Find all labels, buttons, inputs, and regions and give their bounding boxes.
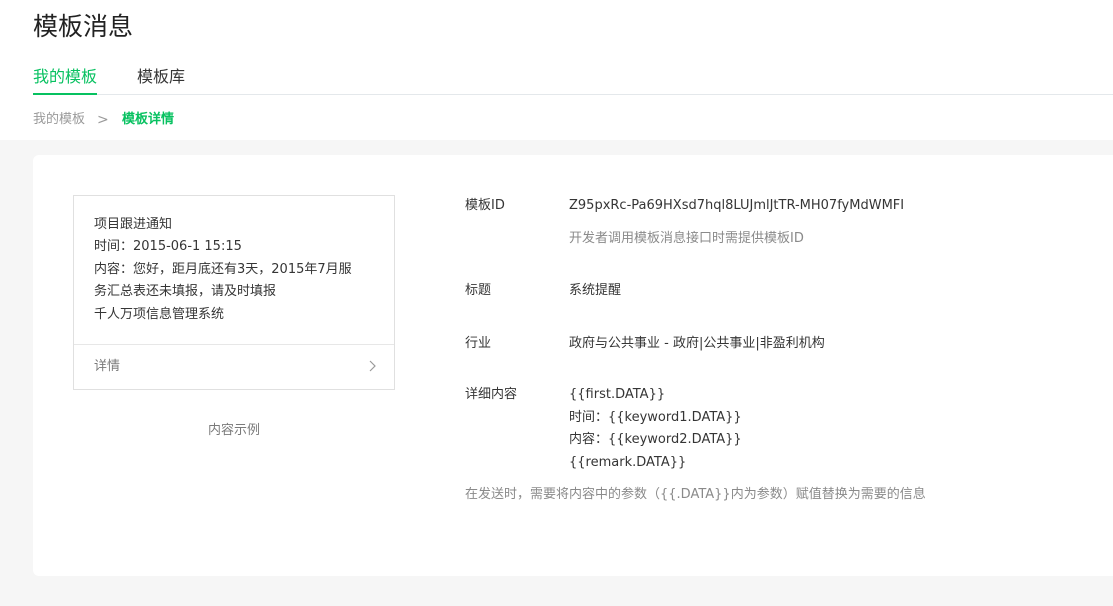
content-line-first: {{first.DATA}} <box>569 387 666 402</box>
tab-my-templates[interactable]: 我的模板 <box>33 66 98 95</box>
template-id-value: Z95pxRc-Pa69HXsd7hql8LUJmlJtTR-MH07fyMdW… <box>569 198 905 213</box>
content-tip: 在发送时，需要将内容中的参数（{{.DATA}}内为参数）赋值替换为需要的信息 <box>465 487 926 502</box>
industry-label: 行业 <box>465 336 492 351</box>
tab-template-library[interactable]: 模板库 <box>137 66 185 93</box>
preview-line-sender: 千人万项信息管理系统 <box>94 306 225 322</box>
title-label: 标题 <box>465 283 492 298</box>
industry-value: 政府与公共事业 - 政府|公共事业|非盈利机构 <box>569 336 825 351</box>
breadcrumb-template-detail: 模板详情 <box>122 112 175 127</box>
breadcrumb-separator: > <box>97 112 109 128</box>
title-value: 系统提醒 <box>569 283 622 298</box>
preview-detail-link[interactable]: 详情 <box>74 344 394 390</box>
preview-body: 项目跟进通知 时间：2015-06-1 15:15 内容：您好，距月底还有3天，… <box>94 214 379 326</box>
preview-line-content: 内容：您好，距月底还有3天，2015年7月服 <box>94 261 352 277</box>
template-id-label: 模板ID <box>465 198 505 213</box>
template-detail-card: 项目跟进通知 时间：2015-06-1 15:15 内容：您好，距月底还有3天，… <box>33 155 1113 576</box>
preview-caption: 内容示例 <box>207 423 260 438</box>
tab-bar: 我的模板 模板库 <box>33 66 1113 95</box>
page-title: 模板消息 <box>33 12 134 41</box>
preview-line-time: 时间：2015-06-1 15:15 <box>94 239 242 255</box>
preview-detail-label: 详情 <box>94 359 121 374</box>
content-label: 详细内容 <box>465 387 518 402</box>
content-value: {{first.DATA}} 时间：{{keyword1.DATA}} 内容：{… <box>569 384 742 474</box>
template-id-tip: 开发者调用模板消息接口时需提供模板ID <box>569 231 804 246</box>
page-header: 模板消息 我的模板 模板库 我的模板 > 模板详情 <box>0 0 1113 140</box>
message-preview: 项目跟进通知 时间：2015-06-1 15:15 内容：您好，距月底还有3天，… <box>73 195 395 390</box>
preview-title: 项目跟进通知 <box>94 217 173 232</box>
breadcrumb-my-templates[interactable]: 我的模板 <box>33 110 85 130</box>
chevron-right-icon <box>369 360 376 372</box>
content-line-remark: {{remark.DATA}} <box>569 454 687 470</box>
preview-line-content-cont: 务汇总表还未填报，请及时填报 <box>94 284 277 300</box>
content-line-keyword1: 时间：{{keyword1.DATA}} <box>569 409 742 425</box>
content-line-keyword2: 内容：{{keyword2.DATA}} <box>569 432 742 447</box>
